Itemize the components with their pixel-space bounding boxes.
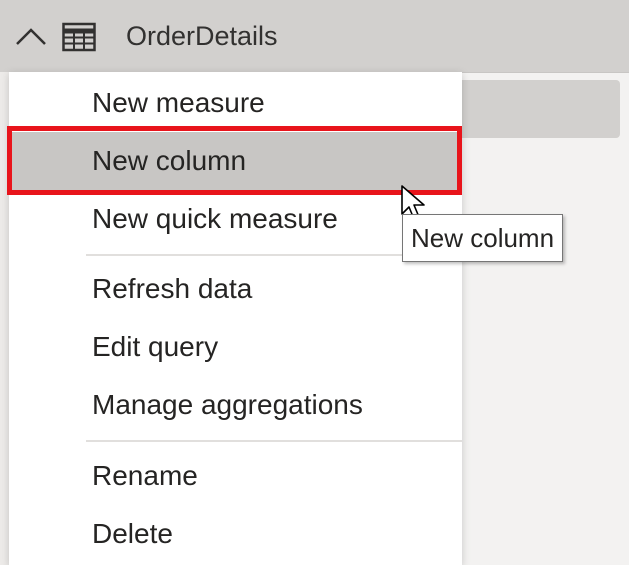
menu-item-refresh-data[interactable]: Refresh data	[9, 260, 462, 318]
menu-item-new-column[interactable]: New column	[9, 132, 462, 190]
context-menu: New measure New column New quick measure…	[9, 72, 462, 565]
menu-item-new-quick-measure[interactable]: New quick measure	[9, 190, 462, 248]
menu-item-new-measure[interactable]: New measure	[9, 74, 462, 132]
tooltip: New column	[402, 214, 564, 262]
menu-item-label: Rename	[92, 460, 198, 491]
chevron-up-icon[interactable]	[14, 22, 48, 50]
menu-item-label: New measure	[92, 87, 265, 118]
pane-edge	[0, 72, 9, 565]
table-icon	[62, 22, 96, 52]
table-name: OrderDetails	[126, 21, 278, 51]
menu-item-manage-aggregations[interactable]: Manage aggregations	[9, 376, 462, 434]
menu-item-label: New column	[92, 145, 247, 176]
menu-item-label: Manage aggregations	[92, 389, 363, 420]
menu-item-label: Edit query	[92, 331, 219, 362]
table-header[interactable]: OrderDetails	[0, 0, 629, 73]
field-row-highlight	[462, 80, 620, 138]
menu-item-delete[interactable]: Delete	[9, 505, 462, 563]
menu-item-label: Delete	[92, 518, 173, 549]
menu-item-label: Refresh data	[92, 273, 253, 304]
menu-item-edit-query[interactable]: Edit query	[9, 318, 462, 376]
menu-divider	[86, 440, 462, 442]
menu-item-label: New quick measure	[92, 203, 338, 234]
menu-item-rename[interactable]: Rename	[9, 447, 462, 505]
